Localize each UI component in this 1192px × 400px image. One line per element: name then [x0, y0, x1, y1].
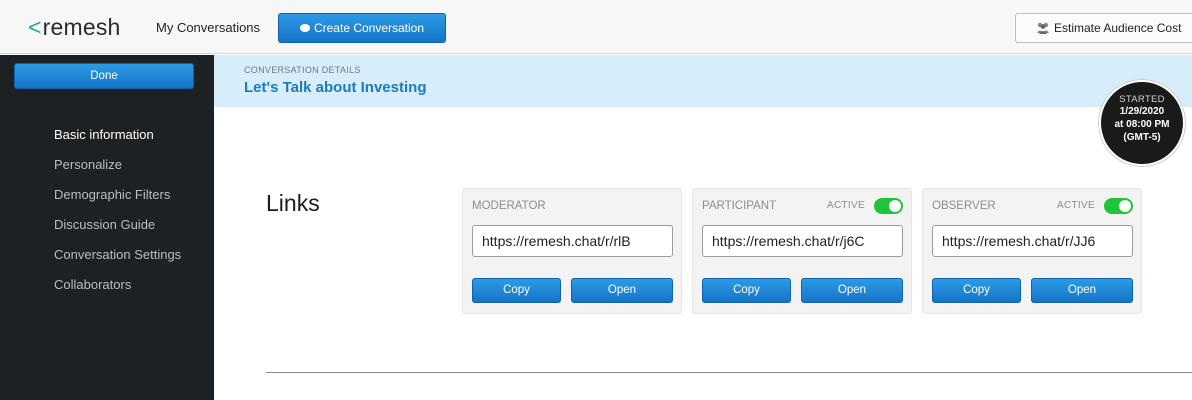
participant-open-button[interactable]: Open: [801, 278, 903, 303]
sidebar-item-basic-information[interactable]: Basic information: [54, 127, 154, 142]
people-icon: [1037, 22, 1049, 34]
started-date: 1/29/2020: [1119, 106, 1165, 117]
toggle-knob: [1119, 200, 1131, 212]
started-label: STARTED: [1119, 94, 1165, 105]
card-title: PARTICIPANT: [702, 200, 777, 212]
card-title: OBSERVER: [932, 200, 996, 212]
observer-copy-button[interactable]: Copy: [932, 278, 1021, 303]
sidebar-item-demographic-filters[interactable]: Demographic Filters: [54, 187, 170, 202]
active-label: ACTIVE: [1057, 200, 1095, 211]
conversation-details-header: CONVERSATION DETAILS Let's Talk about In…: [214, 55, 1192, 107]
toggle-knob: [889, 200, 901, 212]
logo-text: remesh: [42, 14, 121, 40]
started-time: at 08:00 PM: [1114, 119, 1170, 130]
active-label: ACTIVE: [827, 200, 865, 211]
card-title: MODERATOR: [472, 200, 546, 212]
estimate-audience-cost-button[interactable]: Estimate Audience Cost: [1015, 13, 1192, 43]
sidebar-item-discussion-guide[interactable]: Discussion Guide: [54, 217, 155, 232]
observer-active-toggle[interactable]: [1104, 198, 1133, 214]
conversation-title: Let's Talk about Investing: [244, 79, 427, 96]
participant-link-card: PARTICIPANT ACTIVE https://remesh.chat/r…: [692, 188, 912, 314]
done-button[interactable]: Done: [14, 63, 194, 89]
my-conversations-link[interactable]: My Conversations: [156, 20, 260, 35]
estimate-audience-cost-label: Estimate Audience Cost: [1054, 21, 1182, 35]
create-conversation-label: Create Conversation: [313, 21, 425, 35]
section-divider: [266, 372, 1192, 373]
participant-active-toggle[interactable]: [874, 198, 903, 214]
started-badge: STARTED 1/29/2020 at 08:00 PM (GMT-5): [1099, 80, 1185, 166]
conversation-details-label: CONVERSATION DETAILS: [244, 65, 361, 75]
sidebar: Done Basic information Personalize Demog…: [0, 55, 214, 400]
remesh-logo[interactable]: <remesh: [28, 14, 121, 41]
participant-url-field[interactable]: https://remesh.chat/r/j6C: [702, 225, 903, 257]
sidebar-item-personalize[interactable]: Personalize: [54, 157, 122, 172]
observer-url-field[interactable]: https://remesh.chat/r/JJ6: [932, 225, 1133, 257]
moderator-copy-button[interactable]: Copy: [472, 278, 561, 303]
chat-bubbles-icon: [299, 24, 310, 32]
logo-chevron: <: [28, 14, 42, 40]
moderator-open-button[interactable]: Open: [571, 278, 673, 303]
moderator-url-field[interactable]: https://remesh.chat/r/rlB: [472, 225, 673, 257]
moderator-link-card: MODERATOR https://remesh.chat/r/rlB Copy…: [462, 188, 682, 314]
top-bar: <remesh My Conversations Create Conversa…: [0, 0, 1192, 54]
participant-copy-button[interactable]: Copy: [702, 278, 791, 303]
sidebar-item-conversation-settings[interactable]: Conversation Settings: [54, 247, 181, 262]
started-timezone: (GMT-5): [1123, 132, 1161, 143]
links-heading: Links: [266, 190, 320, 216]
create-conversation-button[interactable]: Create Conversation: [278, 13, 446, 43]
observer-open-button[interactable]: Open: [1031, 278, 1133, 303]
sidebar-item-collaborators[interactable]: Collaborators: [54, 277, 131, 292]
observer-link-card: OBSERVER ACTIVE https://remesh.chat/r/JJ…: [922, 188, 1142, 314]
